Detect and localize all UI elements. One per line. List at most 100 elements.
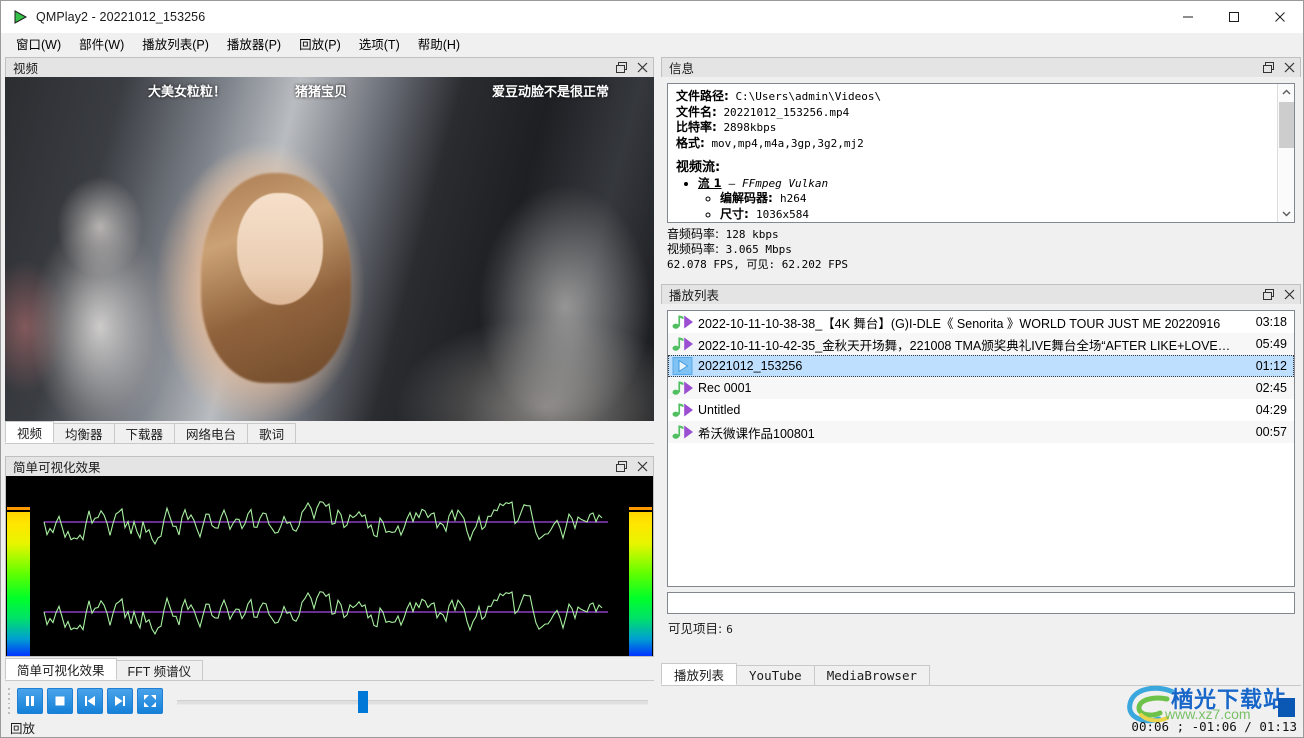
tab-youtube[interactable]: YouTube [736,665,815,685]
note-play-icon [668,421,698,443]
video-panel-header: 视频 [5,57,654,77]
menu-help[interactable]: 帮助(H) [409,32,469,55]
vis-panel-header: 简单可视化效果 [5,456,654,476]
info-row-key: 文件路径: [676,89,729,103]
info-substream-key: 尺寸: [720,206,749,221]
scroll-down-icon[interactable] [1278,205,1294,222]
playlist-row-title: 2022-10-11-10-38-38_【4K 舞台】(G)I-DLE《 Sen… [698,316,1221,331]
info-scroll-thumb[interactable] [1279,102,1294,148]
seek-track [177,700,648,705]
pause-button[interactable] [17,688,43,714]
info-row-value: 2898kbps [723,121,777,134]
window-title: QMPlay2 - 20221012_153256 [36,10,206,24]
playlist-row-duration: 02:45 [1255,381,1287,395]
tab-video[interactable]: 视频 [5,421,55,443]
seek-slider[interactable] [177,688,648,714]
menu-player[interactable]: 播放器(P) [218,32,290,55]
playlist-row-duration: 03:18 [1255,315,1287,329]
note-play-icon [668,399,698,421]
waveform-left [30,482,631,562]
playlist-panel-header-buttons [1262,289,1300,301]
info-footer-value: 3.065 Mbps [725,243,792,256]
video-subject-face [237,193,323,305]
menu-playback[interactable]: 回放(P) [290,32,350,55]
tab-lyrics[interactable]: 歌词 [247,423,297,443]
menu-options[interactable]: 选项(T) [350,32,409,55]
watermark-text: 楢光下载站 [1171,688,1287,713]
playlist-row-title: 20221012_153256 [698,359,803,373]
video-surface[interactable]: 大美女粒粒！猪猪宝贝爱豆动脸不是很正常 제 의상 쳬러와 매우 흡사한 颜色和我… [5,77,654,421]
text-caret [1278,698,1295,717]
playlist-row-title: 希沃微课作品100801 [698,426,815,441]
tab-fft-spectrum[interactable]: FFT 频谱仪 [115,660,204,680]
info-footer: 音频码率: 128 kbps 视频码率: 3.065 Mbps 62.078 FPS… [667,227,1295,272]
next-button[interactable] [107,688,133,714]
playlist-panel-header: 播放列表 [661,284,1301,304]
maximize-button[interactable] [1211,1,1257,33]
menu-widgets[interactable]: 部件(W) [70,32,133,55]
minimize-button[interactable] [1165,1,1211,33]
playlist-panel: 播放列表 2022-10-11-10-38-38_【4K 舞台】(G)I-DLE… [661,284,1301,659]
playlist-row[interactable]: Rec 0001 02:45 [668,377,1294,399]
info-text-box[interactable]: 文件路径: C:\Users\admin\Videos\ 文件名: 2022101… [667,83,1295,223]
qmplay2-window: QMPlay2 - 20221012_153256 窗口(W) 部件(W) 播放列表… [0,0,1304,738]
level-meter-left [7,512,30,656]
restore-icon[interactable] [1262,289,1274,301]
close-icon[interactable] [636,62,648,74]
playlist-row[interactable]: 2022-10-11-10-38-38_【4K 舞台】(G)I-DLE《 Sen… [668,311,1294,333]
info-row-key: 比特率: [676,120,717,134]
previous-button[interactable] [77,688,103,714]
video-panel-header-buttons [615,62,653,74]
playlist-row-duration: 04:29 [1255,403,1287,417]
info-stream-item: 流 1 – FFmpeg Vulkan编解码器: h264尺寸: 1036x58… [698,176,1286,223]
playlist-row-title: Rec 0001 [698,381,752,395]
tab-equalizer[interactable]: 均衡器 [53,423,115,443]
tab-radio[interactable]: 网络电台 [174,423,249,443]
scroll-up-icon[interactable] [1278,84,1294,101]
tab-playlist[interactable]: 播放列表 [661,663,738,685]
tab-simple-vis[interactable]: 简单可视化效果 [5,658,117,680]
playlist-search-input[interactable] [667,592,1295,614]
visualization-canvas[interactable] [5,476,654,657]
playback-status: 回放 [10,721,36,736]
info-stream-subitem: 编解码器: h264 [720,191,1286,207]
close-button[interactable] [1257,1,1303,33]
restore-icon[interactable] [1262,62,1274,74]
info-panel-header: 信息 [661,57,1301,77]
seek-handle[interactable] [358,691,369,713]
visible-items-count: 6 [726,623,733,636]
playlist-row-title: 2022-10-11-10-42-35_金秋天开场舞，221008 TMA颁奖典… [698,338,1239,353]
info-row-key: 格式: [676,135,705,150]
tab-downloader[interactable]: 下载器 [113,423,176,443]
fullscreen-button[interactable] [137,688,163,714]
restore-icon[interactable] [615,461,627,473]
info-footer-key: 音频码率: [667,227,720,241]
level-meter-cap-left [7,507,30,510]
menu-playlist[interactable]: 播放列表(P) [133,32,218,55]
video-overlay-text-1: 大美女粒粒！ [148,84,227,99]
close-icon[interactable] [1283,62,1295,74]
info-row-value: 20221012_153256.mp4 [723,105,850,119]
info-panel-title: 信息 [669,62,695,76]
playlist-row[interactable]: 2022-10-11-10-42-35_金秋天开场舞，221008 TMA颁奖典… [668,333,1294,355]
tab-mediabrowser[interactable]: MediaBrowser [813,665,931,685]
stop-button[interactable] [47,688,73,714]
close-icon[interactable] [1283,289,1295,301]
toolbar-grip[interactable] [5,688,13,714]
video-widget-tabs: 视频 均衡器 下载器 网络电台 歌词 [5,421,654,444]
transport-toolbar [5,685,654,717]
playlist-row[interactable]: 希沃微课作品100801 00:57 [668,421,1294,443]
playlist-table[interactable]: 2022-10-11-10-38-38_【4K 舞台】(G)I-DLE《 Sen… [667,310,1295,587]
info-substream-value: h264 [780,192,807,205]
playlist-row-duration: 00:57 [1255,425,1287,439]
playlist-row[interactable]: Untitled 04:29 [668,399,1294,421]
info-scrollbar[interactable] [1277,84,1294,222]
close-icon[interactable] [636,461,648,473]
info-row: 格式: mov,mp4,m4a,3gp,3g2,mj2 [676,136,1286,152]
browser-tabs: 播放列表 YouTube MediaBrowser [661,663,1301,686]
note-play-icon [668,377,698,399]
playlist-row[interactable]: 20221012_153256 01:12 [668,355,1294,377]
menu-window[interactable]: 窗口(W) [7,32,70,55]
level-meter-right [629,512,652,656]
restore-icon[interactable] [615,62,627,74]
